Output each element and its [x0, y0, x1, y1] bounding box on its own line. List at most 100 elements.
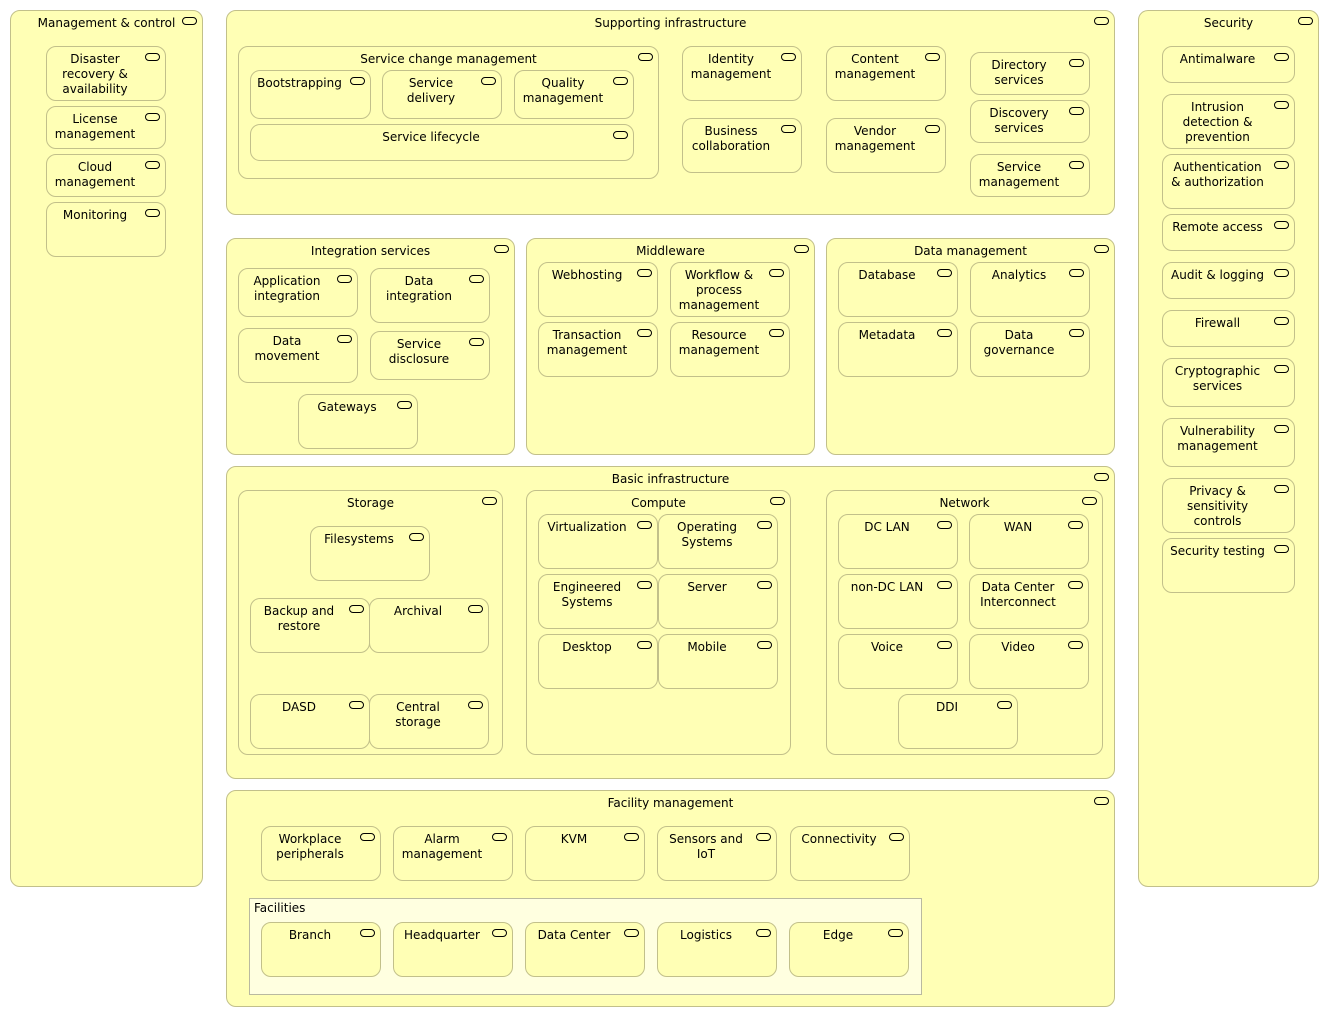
- service-logistics[interactable]: Logistics: [657, 922, 777, 977]
- service-archival[interactable]: Archival: [369, 598, 489, 653]
- service-appint[interactable]: Application integration: [238, 268, 358, 317]
- service-voice[interactable]: Voice: [838, 634, 958, 689]
- service-hq[interactable]: Headquarter: [393, 922, 513, 977]
- service-vendor[interactable]: Vendor management: [826, 118, 946, 173]
- service-directory[interactable]: Directory services: [970, 52, 1090, 95]
- service-crypto[interactable]: Cryptographic services: [1162, 358, 1295, 407]
- service-disaster[interactable]: Disaster recovery & availability: [46, 46, 166, 101]
- service-workflow[interactable]: Workflow & process management: [670, 262, 790, 317]
- nondclan-label: non-DC LAN: [850, 580, 924, 594]
- service-dci[interactable]: Data Center Interconnect: [969, 574, 1089, 629]
- service-sensors[interactable]: Sensors and IoT: [657, 826, 777, 881]
- service-antimalware[interactable]: Antimalware: [1162, 46, 1295, 83]
- service-sectest[interactable]: Security testing: [1162, 538, 1295, 593]
- service-virt[interactable]: Virtualization: [538, 514, 658, 569]
- service-dclan[interactable]: DC LAN: [838, 514, 958, 569]
- business-service-icon: [925, 53, 940, 61]
- service-edge[interactable]: Edge: [789, 922, 909, 977]
- service-metadata[interactable]: Metadata: [838, 322, 958, 377]
- business-service-icon: [409, 533, 424, 541]
- service-gateways[interactable]: Gateways: [298, 394, 418, 449]
- security-label: Security: [1203, 16, 1254, 30]
- service-os[interactable]: Operating Systems: [658, 514, 778, 569]
- service-content[interactable]: Content management: [826, 46, 946, 101]
- service-business[interactable]: Business collaboration: [682, 118, 802, 173]
- service-privacy[interactable]: Privacy & sensitivity controls: [1162, 478, 1295, 533]
- service-governance[interactable]: Data governance: [970, 322, 1090, 377]
- service-cloud[interactable]: Cloud management: [46, 154, 166, 197]
- business-service-icon: [1094, 473, 1109, 481]
- service-datacenter[interactable]: Data Center: [525, 922, 645, 977]
- service-dataint[interactable]: Data integration: [370, 268, 490, 323]
- business-service-icon: [937, 581, 952, 589]
- business-service-icon: [937, 269, 952, 277]
- service-mobile[interactable]: Mobile: [658, 634, 778, 689]
- service-wan[interactable]: WAN: [969, 514, 1089, 569]
- service-auth[interactable]: Authentication & authorization: [1162, 154, 1295, 209]
- service-identity[interactable]: Identity management: [682, 46, 802, 101]
- business-service-icon: [145, 209, 160, 217]
- service-monitoring[interactable]: Monitoring: [46, 202, 166, 257]
- business-service-icon: [349, 701, 364, 709]
- business-service-icon: [770, 497, 785, 505]
- service-dasd[interactable]: DASD: [250, 694, 370, 749]
- business-service-icon: [1094, 797, 1109, 805]
- service-intrusion[interactable]: Intrusion detection & prevention: [1162, 94, 1295, 149]
- datacenter-label: Data Center: [537, 928, 611, 942]
- service-ddi[interactable]: DDI: [898, 694, 1018, 749]
- service-bootstrapping[interactable]: Bootstrapping: [250, 70, 371, 119]
- service-datamove[interactable]: Data movement: [238, 328, 358, 383]
- service-branch[interactable]: Branch: [261, 922, 381, 977]
- backup-label: Backup and restore: [263, 604, 335, 633]
- service-vuln[interactable]: Vulnerability management: [1162, 418, 1295, 467]
- service-backup[interactable]: Backup and restore: [250, 598, 370, 653]
- voice-label: Voice: [871, 640, 903, 654]
- service-remote[interactable]: Remote access: [1162, 214, 1295, 251]
- business-service-icon: [482, 497, 497, 505]
- service-filesystems[interactable]: Filesystems: [310, 526, 430, 581]
- business-service-icon: [1274, 545, 1289, 553]
- service-video[interactable]: Video: [969, 634, 1089, 689]
- service-license[interactable]: License management: [46, 106, 166, 149]
- dataint-label: Data integration: [386, 274, 452, 303]
- antimalware-label: Antimalware: [1179, 52, 1256, 66]
- business-service-icon: [1082, 497, 1097, 505]
- business-service-icon: [613, 77, 628, 85]
- service-audit[interactable]: Audit & logging: [1162, 262, 1295, 299]
- sensors-label: Sensors and IoT: [669, 832, 743, 861]
- service-kvm[interactable]: KVM: [525, 826, 645, 881]
- service-quality[interactable]: Quality management: [514, 70, 634, 119]
- dci-label: Data Center Interconnect: [980, 580, 1056, 609]
- service-database[interactable]: Database: [838, 262, 958, 317]
- service-transaction[interactable]: Transaction management: [538, 322, 658, 377]
- storage-label: Storage: [347, 496, 394, 510]
- governance-label: Data governance: [983, 328, 1055, 357]
- service-nondclan[interactable]: non-DC LAN: [838, 574, 958, 629]
- service-firewall[interactable]: Firewall: [1162, 310, 1295, 347]
- business-service-icon: [469, 338, 484, 346]
- business-service-icon: [1274, 161, 1289, 169]
- svcchg-label: Service change management: [360, 52, 537, 66]
- business-service-icon: [350, 77, 365, 85]
- service-lifecycle[interactable]: Service lifecycle: [250, 124, 634, 161]
- service-svcdelivery[interactable]: Service delivery: [382, 70, 502, 119]
- service-desktop[interactable]: Desktop: [538, 634, 658, 689]
- service-disclosure[interactable]: Service disclosure: [370, 331, 490, 380]
- business-service-icon: [1274, 101, 1289, 109]
- service-server[interactable]: Server: [658, 574, 778, 629]
- service-svcmgmt[interactable]: Service management: [970, 154, 1090, 197]
- service-engineered[interactable]: Engineered Systems: [538, 574, 658, 629]
- service-discovery[interactable]: Discovery services: [970, 100, 1090, 143]
- service-connectivity[interactable]: Connectivity: [790, 826, 910, 881]
- appint-label: Application integration: [253, 274, 321, 303]
- service-analytics[interactable]: Analytics: [970, 262, 1090, 317]
- service-webhosting[interactable]: Webhosting: [538, 262, 658, 317]
- business-service-icon: [937, 641, 952, 649]
- engineered-label: Engineered Systems: [552, 580, 622, 609]
- service-resource[interactable]: Resource management: [670, 322, 790, 377]
- service-alarm[interactable]: Alarm management: [393, 826, 513, 881]
- service-central[interactable]: Central storage: [369, 694, 489, 749]
- service-workplace[interactable]: Workplace peripherals: [261, 826, 381, 881]
- identity-label: Identity management: [690, 52, 772, 81]
- ddi-label: DDI: [935, 700, 959, 714]
